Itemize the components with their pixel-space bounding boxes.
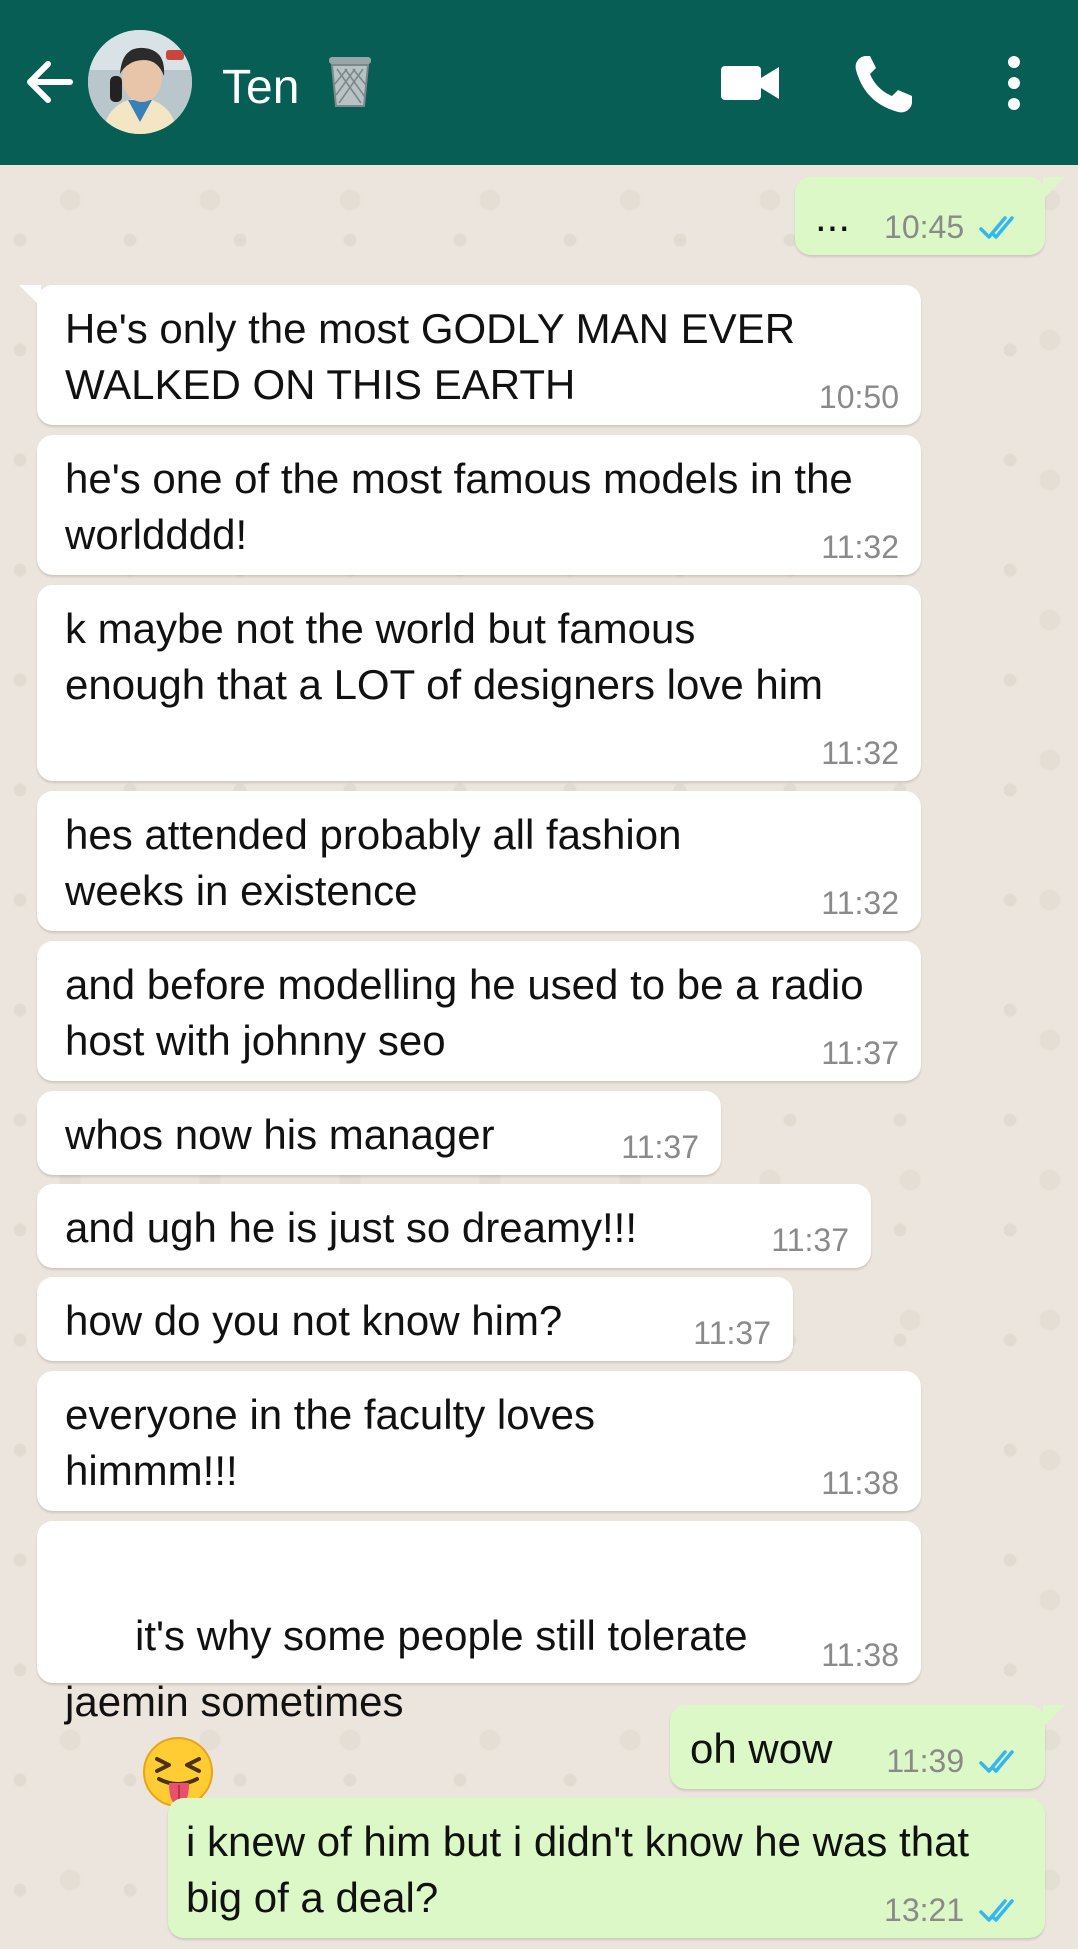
message-meta: 13:21 [884, 1892, 1025, 1928]
message-text: he's one of the most famous models in th… [65, 455, 865, 558]
read-ticks-icon [979, 1899, 1014, 1922]
message-bubble-incoming[interactable]: everyone in the faculty loves himmm!!! 1… [37, 1371, 921, 1511]
more-options-icon[interactable] [986, 48, 1042, 118]
wastebasket-emoji-icon [325, 53, 375, 109]
message-bubble-incoming[interactable]: how do you not know him? 11:37 [37, 1277, 793, 1361]
message-bubble-incoming[interactable]: k maybe not the world but famous enough … [37, 585, 921, 781]
read-ticks-icon [979, 216, 1014, 239]
message-bubble-incoming[interactable]: hes attended probably all fashion weeks … [37, 791, 921, 931]
message-meta: 11:39 [886, 1743, 1025, 1779]
message-bubble-incoming[interactable]: it's why some people still tolerate jaem… [37, 1521, 921, 1807]
message-time: 11:32 [821, 529, 899, 565]
message-text: and ugh he is just so dreamy!!! [65, 1204, 637, 1251]
message-time: 10:50 [818, 379, 899, 415]
message-text: how do you not know him? [65, 1297, 563, 1344]
message-bubble-incoming[interactable]: and before modelling he used to be a rad… [37, 941, 921, 1081]
message-time: 11:38 [821, 1637, 899, 1673]
message-bubble-incoming[interactable]: and ugh he is just so dreamy!!! 11:37 [37, 1184, 871, 1268]
video-call-icon[interactable] [715, 48, 785, 118]
message-time: 11:39 [886, 1743, 965, 1779]
back-arrow-icon[interactable] [18, 50, 82, 114]
message-text: whos now his manager [65, 1111, 495, 1158]
message-text: k maybe not the world but famous enough … [65, 605, 824, 708]
message-time: 11:37 [621, 1129, 699, 1165]
message-list[interactable]: ... 10:45 He's only the most GODLY MAN E… [0, 165, 1078, 1949]
message-time: 11:37 [821, 1035, 899, 1071]
message-text-content: it's why some people still tolerate jaem… [65, 1612, 760, 1725]
message-time: 11:37 [693, 1315, 771, 1351]
message-time: 13:21 [884, 1892, 965, 1928]
phone-call-icon[interactable] [848, 48, 918, 118]
message-text: hes attended probably all fashion weeks … [65, 811, 694, 914]
message-bubble-incoming[interactable]: he's one of the most famous models in th… [37, 435, 921, 575]
message-bubble-incoming[interactable]: He's only the most GODLY MAN EVER WALKED… [19, 285, 921, 425]
message-text: and before modelling he used to be a rad… [65, 961, 876, 1064]
chat-header: Ten [0, 0, 1078, 165]
contact-avatar[interactable] [88, 30, 192, 134]
message-time: 11:32 [821, 885, 899, 921]
read-ticks-icon [979, 1750, 1014, 1773]
contact-name[interactable]: Ten [222, 53, 375, 118]
message-meta: 10:45 [884, 209, 1025, 245]
message-bubble-incoming[interactable]: whos now his manager 11:37 [37, 1091, 721, 1175]
message-bubble-outgoing[interactable]: oh wow 11:39 [670, 1705, 1065, 1789]
contact-name-text: Ten [222, 61, 300, 114]
message-time: 11:38 [821, 1465, 899, 1501]
message-text: everyone in the faculty loves himmm!!! [65, 1391, 607, 1494]
message-time: 10:45 [884, 209, 965, 245]
message-text: He's only the most GODLY MAN EVER WALKED… [65, 305, 807, 408]
message-bubble-outgoing[interactable]: ... 10:45 [795, 177, 1065, 255]
message-time: 11:32 [821, 735, 899, 771]
message-bubble-outgoing[interactable]: i knew of him but i didn't know he was t… [168, 1798, 1045, 1938]
message-time: 11:37 [771, 1222, 849, 1258]
